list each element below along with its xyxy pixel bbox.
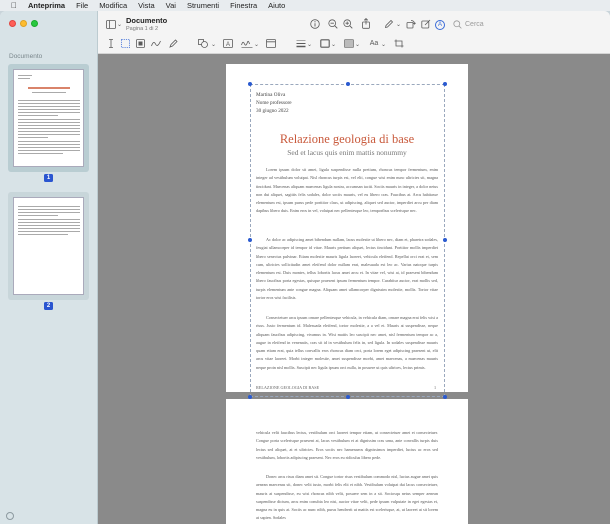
menu-item-file[interactable]: File xyxy=(76,0,88,11)
sketch-icon[interactable] xyxy=(151,39,161,51)
resize-handle-top[interactable] xyxy=(346,82,350,86)
fullscreen-window-button[interactable] xyxy=(31,20,38,27)
body-paragraph-4: vehicula velit faucibus lectus, vestibul… xyxy=(256,430,438,460)
chevron-down-icon[interactable]: ⌄ xyxy=(307,40,312,50)
page-thumbnail-1[interactable] xyxy=(8,64,89,172)
close-window-button[interactable] xyxy=(9,20,16,27)
redact-icon[interactable] xyxy=(135,39,145,51)
menu-item-help[interactable]: Aiuto xyxy=(268,0,285,11)
resize-handle-right[interactable] xyxy=(443,238,447,242)
markup-toolbar-icon[interactable] xyxy=(421,19,431,32)
window-controls xyxy=(9,20,38,27)
fill-color-icon[interactable] xyxy=(344,39,354,51)
document-title: Documento xyxy=(126,16,168,25)
menu-bar:  Anteprima File Modifica Vista Vai Stru… xyxy=(0,0,610,11)
toolbar: ⌄ Documento Pagina 1 di 2 ⌄ A Cerca ⌄ A … xyxy=(98,11,610,54)
search-placeholder: Cerca xyxy=(465,21,484,28)
zoom-out-icon[interactable] xyxy=(328,19,338,32)
sidebar-title: Documento xyxy=(9,53,43,60)
note-icon[interactable] xyxy=(266,39,276,51)
menu-item-edit[interactable]: Modifica xyxy=(99,0,127,11)
chevron-down-icon[interactable]: ⌄ xyxy=(396,20,401,30)
shape-style-icon[interactable] xyxy=(296,39,306,51)
menu-item-window[interactable]: Finestra xyxy=(230,0,257,11)
sidebar-toggle-icon[interactable] xyxy=(106,20,116,30)
sidebar-options-icon[interactable] xyxy=(6,512,14,520)
thumbnail-page-preview xyxy=(13,197,84,295)
chevron-down-icon[interactable]: ⌄ xyxy=(211,40,216,50)
menu-item-view[interactable]: Vista xyxy=(138,0,155,11)
sign-icon[interactable] xyxy=(241,39,253,51)
chevron-down-icon[interactable]: ⌄ xyxy=(254,40,259,50)
rectangle-selection-icon[interactable] xyxy=(120,39,130,51)
apple-logo-icon[interactable]:  xyxy=(9,0,19,11)
selection-rectangle[interactable] xyxy=(250,84,445,397)
document-page-info: Pagina 1 di 2 xyxy=(126,26,159,32)
search-icon xyxy=(453,20,462,31)
page-number-badge-2: 2 xyxy=(44,302,53,310)
body-paragraph-5: Donec arcu risus diam amet sit. Congue t… xyxy=(256,474,438,521)
resize-handle-left[interactable] xyxy=(248,238,252,242)
crop-icon[interactable] xyxy=(394,39,404,51)
document-view[interactable]: Martina Oliva Nome professore 30 giugno … xyxy=(98,54,610,524)
svg-text:A: A xyxy=(226,42,230,48)
text-box-icon[interactable]: A xyxy=(223,39,233,51)
shapes-icon[interactable] xyxy=(198,39,210,51)
chevron-down-icon[interactable]: ⌄ xyxy=(331,40,336,50)
menu-item-go[interactable]: Vai xyxy=(166,0,176,11)
thumbnail-sidebar: Documento 1 2 xyxy=(0,11,98,524)
resize-handle-top-left[interactable] xyxy=(248,82,252,86)
share-icon[interactable] xyxy=(361,18,371,32)
page-thumbnail-2[interactable] xyxy=(8,192,89,300)
text-selection-icon[interactable] xyxy=(106,39,116,51)
text-style-icon[interactable]: Aa xyxy=(368,39,380,49)
chevron-down-icon[interactable]: ⌄ xyxy=(381,40,386,50)
zoom-in-icon[interactable] xyxy=(343,19,353,32)
chevron-down-icon[interactable]: ⌄ xyxy=(117,20,122,30)
document-page-1: Martina Oliva Nome professore 30 giugno … xyxy=(226,64,468,399)
draw-icon[interactable] xyxy=(169,39,179,51)
menu-item-app[interactable]: Anteprima xyxy=(28,0,65,11)
document-page-2: vehicula velit faucibus lectus, vestibul… xyxy=(226,399,468,524)
info-icon[interactable] xyxy=(310,19,320,32)
minimize-window-button[interactable] xyxy=(20,20,27,27)
markup-mode-icon[interactable]: A xyxy=(435,20,445,30)
rotate-icon[interactable] xyxy=(406,19,416,32)
thumbnail-page-preview xyxy=(13,69,84,167)
chevron-down-icon[interactable]: ⌄ xyxy=(355,40,360,50)
search-field[interactable]: Cerca xyxy=(453,20,603,32)
resize-handle-top-right[interactable] xyxy=(443,82,447,86)
page-number-badge-1: 1 xyxy=(44,174,53,182)
preview-window: Documento 1 2 ⌄ Documento Pagina 1 di 2 … xyxy=(0,11,610,524)
markup-pen-icon[interactable] xyxy=(384,19,394,32)
border-color-icon[interactable] xyxy=(320,39,330,51)
menu-item-tools[interactable]: Strumenti xyxy=(187,0,219,11)
